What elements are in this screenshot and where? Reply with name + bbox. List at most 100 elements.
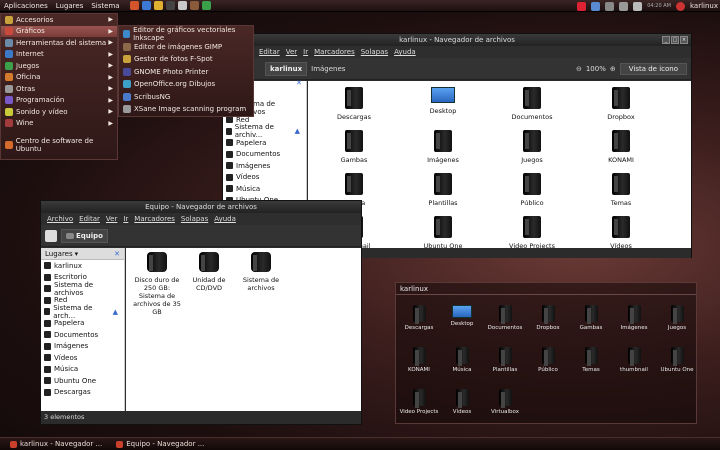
widget-item[interactable]: Vídeos xyxy=(440,389,484,415)
widget-item[interactable]: Temas xyxy=(569,347,613,373)
widget-item[interactable]: Video Projects xyxy=(397,389,441,415)
widget-item[interactable]: Dropbox xyxy=(526,305,570,331)
menu-item-4[interactable]: Juegos ▶ xyxy=(1,60,117,72)
taskbar-item-equipo[interactable]: Equipo - Navegador ... xyxy=(112,439,208,450)
sidebar-item[interactable]: Vídeos xyxy=(41,352,124,364)
widget-item[interactable]: Plantillas xyxy=(483,347,527,373)
eject-icon[interactable]: ▲ xyxy=(295,127,300,135)
menu-ir[interactable]: Ir xyxy=(303,48,308,56)
taskbar-item-karlinux[interactable]: karlinux - Navegador ... xyxy=(6,439,106,450)
app-icon[interactable] xyxy=(201,1,211,10)
folder-icon[interactable] xyxy=(153,1,163,10)
file-item[interactable]: Ubuntu One xyxy=(413,216,473,250)
widget-item[interactable]: Descargas xyxy=(397,305,441,331)
window-titlebar[interactable]: karlinux - Navegador de archivos _ □ × xyxy=(223,34,691,46)
sidebar-item[interactable]: Papelera xyxy=(41,318,124,330)
menu-archivo[interactable]: Archivo xyxy=(47,215,73,223)
edit-path-icon[interactable] xyxy=(45,229,57,242)
zoom-in-icon[interactable]: ⊕ xyxy=(610,65,616,73)
widget-item[interactable]: Música xyxy=(440,347,484,373)
sidebar-header[interactable]: Lugares ▾ ✕ xyxy=(41,248,124,260)
widget-item[interactable]: Juegos xyxy=(655,305,699,331)
drive-item[interactable]: Unidad de CD/DVD xyxy=(182,252,236,292)
menu-item-5[interactable]: Oficina ▶ xyxy=(1,72,117,84)
file-item[interactable]: Documentos xyxy=(502,87,562,121)
file-item[interactable]: Video Projects xyxy=(502,216,562,250)
sidebar-item[interactable]: Sistema de archiv... ▲ xyxy=(223,123,306,139)
sidebar-item[interactable]: Música xyxy=(223,183,306,195)
file-item[interactable]: Desktop xyxy=(413,87,473,115)
editor-icon[interactable] xyxy=(177,1,187,10)
menu-item-ubuntu-software[interactable]: Centro de software de Ubuntu xyxy=(1,137,117,153)
menu-solapas[interactable]: Solapas xyxy=(361,48,388,56)
view-select[interactable]: Vista de icono xyxy=(619,62,687,75)
close-sidebar-icon[interactable]: ✕ xyxy=(296,79,302,87)
window-titlebar[interactable]: Equipo - Navegador de archivos xyxy=(41,201,361,213)
widget-item[interactable]: Público xyxy=(526,347,570,373)
menu-ir[interactable]: Ir xyxy=(123,215,128,223)
close-sidebar-icon[interactable]: ✕ xyxy=(114,250,120,258)
menu-item-2[interactable]: Herramientas del sistema ▶ xyxy=(1,37,117,49)
submenu-item-2[interactable]: Gestor de fotos F-Spot xyxy=(119,53,253,66)
menu-marcadores[interactable]: Marcadores xyxy=(134,215,175,223)
file-item[interactable]: Dropbox xyxy=(591,87,651,121)
menu-ayuda[interactable]: Ayuda xyxy=(394,48,416,56)
file-item[interactable]: KONAMI xyxy=(591,130,651,164)
zoom-out-icon[interactable]: ⊖ xyxy=(576,65,582,73)
menu-editar[interactable]: Editar xyxy=(79,215,100,223)
submenu-item-3[interactable]: GNOME Photo Printer xyxy=(119,66,253,79)
sidebar-item[interactable]: Vídeos xyxy=(223,172,306,184)
widget-item[interactable]: Desktop xyxy=(440,305,484,327)
close-button[interactable]: × xyxy=(680,36,688,44)
menu-item-8[interactable]: Sonido y vídeo ▶ xyxy=(1,106,117,118)
sidebar-item[interactable]: Documentos xyxy=(41,329,124,341)
widget-item[interactable]: thumbnail xyxy=(612,347,656,373)
clock[interactable]: 04:20 AM xyxy=(647,3,671,9)
widget-item[interactable]: Gambas xyxy=(569,305,613,331)
file-item[interactable]: Público xyxy=(502,173,562,207)
sidebar-item[interactable]: Descargas xyxy=(41,387,124,399)
sidebar-item[interactable]: Documentos xyxy=(223,149,306,161)
menu-item-1[interactable]: Gráficos ▶ xyxy=(1,25,117,37)
eject-icon[interactable]: ▲ xyxy=(113,308,118,316)
drive-item[interactable]: Sistema de archivos xyxy=(234,252,288,292)
drive-item[interactable]: Disco duro de 250 GB: Sistema de archivo… xyxy=(130,252,184,316)
widget-item[interactable]: Documentos xyxy=(483,305,527,331)
menu-item-0[interactable]: Accesorios ▶ xyxy=(1,14,117,26)
menu-marcadores[interactable]: Marcadores xyxy=(314,48,355,56)
submenu-item-5[interactable]: ScribusNG xyxy=(119,91,253,104)
menu-aplicaciones[interactable]: Aplicaciones xyxy=(0,2,52,10)
file-item[interactable]: Vídeos xyxy=(591,216,651,250)
firefox-icon[interactable] xyxy=(129,1,139,10)
widget-item[interactable]: Ubuntu One xyxy=(655,347,699,373)
coffee-icon[interactable] xyxy=(189,1,199,10)
file-item[interactable]: Descargas xyxy=(324,87,384,121)
sidebar-item[interactable]: karlinux xyxy=(41,260,124,272)
menu-ayuda[interactable]: Ayuda xyxy=(214,215,236,223)
icon-view[interactable]: Disco duro de 250 GB: Sistema de archivo… xyxy=(126,248,361,411)
file-item[interactable]: Temas xyxy=(591,173,651,207)
power-icon[interactable] xyxy=(675,1,685,11)
update-icon[interactable] xyxy=(577,1,587,11)
menu-item-7[interactable]: Programación ▶ xyxy=(1,95,117,107)
crumb-imagenes[interactable]: Imágenes xyxy=(311,65,345,73)
sidebar-item[interactable]: Sistema de arch... ▲ xyxy=(41,304,124,320)
submenu-item-6[interactable]: XSane Image scanning program xyxy=(119,103,253,116)
file-item[interactable]: Plantillas xyxy=(413,173,473,207)
chromium-icon[interactable] xyxy=(141,1,151,10)
network-icon[interactable] xyxy=(619,1,629,11)
sidebar-item[interactable]: Papelera xyxy=(223,137,306,149)
file-item[interactable]: Gambas xyxy=(324,130,384,164)
sidebar-item[interactable]: Música xyxy=(41,364,124,376)
icon-view[interactable]: Descargas Desktop Documentos Dropbox Gambas I… xyxy=(308,81,691,250)
menu-item-6[interactable]: Otras ▶ xyxy=(1,83,117,95)
sidebar-item[interactable]: Ubuntu One xyxy=(41,375,124,387)
file-item[interactable]: Juegos xyxy=(502,130,562,164)
menu-solapas[interactable]: Solapas xyxy=(181,215,208,223)
crumb-karlinux[interactable]: karlinux xyxy=(265,61,308,76)
bluetooth-icon[interactable] xyxy=(591,1,601,11)
user-name[interactable]: karlinux xyxy=(690,2,718,10)
widget-item[interactable]: KONAMI xyxy=(397,347,441,373)
file-item[interactable]: Imágenes xyxy=(413,130,473,164)
widget-item[interactable]: Imágenes xyxy=(612,305,656,331)
